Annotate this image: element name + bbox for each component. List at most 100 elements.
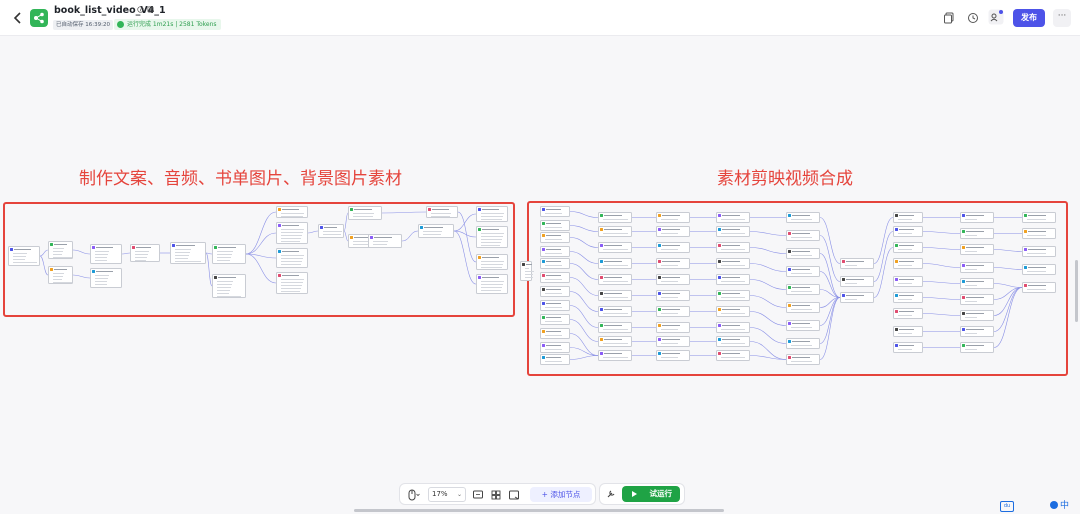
workflow-node[interactable] — [48, 266, 73, 284]
input-method-indicator[interactable]: 中 — [1050, 498, 1080, 514]
publish-button[interactable]: 发布 — [1013, 9, 1045, 27]
workflow-node[interactable] — [893, 242, 923, 253]
workflow-node[interactable] — [656, 258, 690, 269]
workflow-node[interactable] — [786, 354, 820, 365]
workflow-node[interactable] — [716, 274, 750, 285]
vertical-scrollbar[interactable] — [1075, 260, 1078, 322]
workflow-node[interactable] — [540, 220, 570, 231]
workflow-node[interactable] — [893, 292, 923, 303]
workflow-node[interactable] — [656, 306, 690, 317]
workflow-node[interactable] — [276, 248, 308, 268]
workflow-node[interactable] — [656, 226, 690, 237]
back-icon[interactable] — [10, 10, 26, 26]
workflow-node[interactable] — [840, 276, 874, 287]
assistant-badge[interactable]: du — [1000, 501, 1014, 512]
workflow-node[interactable] — [598, 274, 632, 285]
info-icon[interactable] — [137, 6, 144, 13]
workflow-node[interactable] — [716, 306, 750, 317]
workflow-node[interactable] — [130, 244, 160, 262]
workflow-node[interactable] — [656, 290, 690, 301]
workflow-node[interactable] — [540, 246, 570, 257]
workflow-node[interactable] — [893, 212, 923, 223]
workflow-node[interactable] — [1022, 212, 1056, 223]
workflow-node[interactable] — [540, 258, 570, 269]
workflow-node[interactable] — [90, 268, 122, 288]
workflow-node[interactable] — [212, 244, 246, 264]
workflow-node[interactable] — [716, 212, 750, 223]
workflow-node[interactable] — [786, 302, 820, 313]
comment-icon[interactable] — [472, 488, 484, 502]
workflow-node[interactable] — [960, 294, 994, 305]
workflow-node[interactable] — [786, 320, 820, 331]
workflow-node[interactable] — [598, 306, 632, 317]
more-button[interactable]: ··· — [1053, 9, 1071, 27]
workflow-node[interactable] — [1022, 264, 1056, 275]
minimap-icon[interactable] — [490, 488, 502, 502]
workflow-node[interactable] — [716, 322, 750, 333]
workflow-node[interactable] — [1022, 282, 1056, 293]
mouse-icon[interactable] — [406, 488, 420, 502]
workflow-node[interactable] — [656, 322, 690, 333]
workflow-node[interactable] — [893, 226, 923, 237]
workflow-node[interactable] — [840, 258, 874, 269]
workflow-node[interactable] — [348, 206, 382, 220]
workflow-node[interactable] — [893, 342, 923, 353]
workflow-node[interactable] — [540, 342, 570, 353]
horizontal-scrollbar[interactable] — [354, 509, 724, 512]
workflow-node[interactable] — [540, 314, 570, 325]
edit-icon[interactable] — [147, 6, 154, 13]
workflow-node[interactable] — [90, 244, 122, 264]
workflow-node[interactable] — [540, 272, 570, 283]
workflow-node[interactable] — [656, 212, 690, 223]
workflow-node[interactable] — [716, 242, 750, 253]
workflow-node[interactable] — [1022, 246, 1056, 257]
workflow-node[interactable] — [598, 212, 632, 223]
workflow-node[interactable] — [716, 258, 750, 269]
workflow-node[interactable] — [540, 328, 570, 339]
workflow-node[interactable] — [786, 248, 820, 259]
workflow-node[interactable] — [212, 274, 246, 298]
workflow-node[interactable] — [476, 254, 508, 270]
workflow-node[interactable] — [786, 338, 820, 349]
zoom-select[interactable]: 17% ⌄ — [428, 487, 466, 502]
workflow-node[interactable] — [656, 242, 690, 253]
workflow-node[interactable] — [960, 326, 994, 337]
add-node-button[interactable]: + 添加节点 — [530, 487, 592, 502]
workflow-node[interactable] — [786, 212, 820, 223]
trial-run-button[interactable]: 试运行 — [622, 486, 680, 502]
workflow-node[interactable] — [1022, 228, 1056, 239]
workflow-node[interactable] — [276, 222, 308, 244]
history-icon[interactable] — [966, 11, 980, 25]
workflow-node[interactable] — [476, 274, 508, 294]
workflow-node[interactable] — [716, 336, 750, 347]
workflow-node[interactable] — [540, 206, 570, 217]
workflow-node[interactable] — [893, 326, 923, 337]
workflow-node[interactable] — [656, 336, 690, 347]
workflow-node[interactable] — [960, 244, 994, 255]
workflow-node[interactable] — [656, 350, 690, 361]
workflow-node[interactable] — [656, 274, 690, 285]
workflow-node[interactable] — [368, 234, 402, 248]
workflow-node[interactable] — [48, 241, 73, 259]
workflow-node[interactable] — [8, 246, 40, 266]
workflow-node[interactable] — [960, 310, 994, 321]
workflow-node[interactable] — [598, 350, 632, 361]
workflow-node[interactable] — [840, 292, 874, 303]
workflow-canvas[interactable]: 制作文案、音频、书单图片、背景图片素材 素材剪映视频合成 — [0, 36, 1080, 514]
workflow-node[interactable] — [476, 226, 508, 248]
workflow-node[interactable] — [786, 284, 820, 295]
workflow-node[interactable] — [786, 230, 820, 241]
workflow-node[interactable] — [418, 224, 454, 238]
workflow-node[interactable] — [276, 206, 308, 218]
workflow-node[interactable] — [893, 276, 923, 287]
workflow-node[interactable] — [598, 258, 632, 269]
workflow-node[interactable] — [598, 290, 632, 301]
workflow-node[interactable] — [893, 258, 923, 269]
workflow-node[interactable] — [960, 278, 994, 289]
workflow-node[interactable] — [960, 262, 994, 273]
workflow-node[interactable] — [318, 224, 344, 238]
workflow-node[interactable] — [476, 206, 508, 222]
workflow-node[interactable] — [893, 308, 923, 319]
workflow-node[interactable] — [960, 212, 994, 223]
tools-icon[interactable] — [605, 488, 617, 500]
